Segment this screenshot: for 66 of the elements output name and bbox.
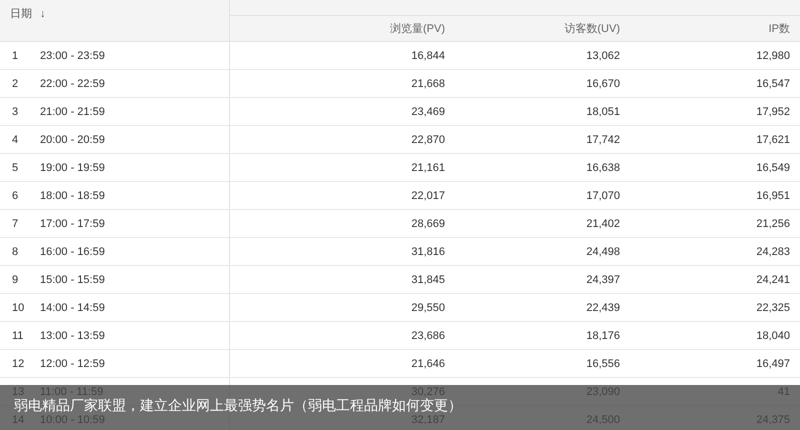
table-cell-text: 17,621	[755, 134, 790, 146]
row-number: 10	[12, 302, 26, 314]
table-cell-text: 23,469	[410, 106, 445, 118]
table-cell-text: 24,397	[585, 274, 620, 286]
table-cell-text: 16,497	[755, 358, 790, 370]
table-cell-text: 29,550	[410, 302, 445, 314]
table-cell-text: 23,686	[410, 330, 445, 342]
table-cell-text: 13,062	[585, 50, 620, 62]
time-range: 22:00 - 22:59	[40, 78, 105, 90]
row-number: 12	[12, 358, 26, 370]
table-cell-text: 16,951	[755, 190, 790, 202]
table-cell-text: 31,816	[410, 246, 445, 258]
table-cell-text: 21,668	[410, 78, 445, 90]
row-number: 2	[12, 78, 20, 90]
time-range: 20:00 - 20:59	[40, 134, 105, 146]
table-cell-text: 31,845	[410, 274, 445, 286]
table-cell-text: 22,870	[410, 134, 445, 146]
row-number: 3	[12, 106, 20, 118]
table-cell-text: 21,161	[410, 162, 445, 174]
table-cell-text: 22,017	[410, 190, 445, 202]
table-cell-text: 17,742	[585, 134, 620, 146]
time-range: 23:00 - 23:59	[40, 50, 105, 62]
table-cell-text: 21,402	[585, 218, 620, 230]
table-cell-text: 24,283	[755, 246, 790, 258]
table-cell-text: 16,547	[755, 78, 790, 90]
table-cell-text: 18,176	[585, 330, 620, 342]
time-range: 13:00 - 13:59	[40, 330, 105, 342]
table-cell-text: 24,241	[755, 274, 790, 286]
table-cell-text: 21,646	[410, 358, 445, 370]
row-number: 6	[12, 190, 20, 202]
table-cell-text: 22,439	[585, 302, 620, 314]
table-cell-text: 28,669	[410, 218, 445, 230]
table-cell-text: 18,040	[755, 330, 790, 342]
table-cell-text: 22,325	[755, 302, 790, 314]
time-range: 12:00 - 12:59	[40, 358, 105, 370]
row-number: 1	[12, 50, 20, 62]
table-cell-text: 18,051	[585, 106, 620, 118]
table-cell-text: 12,980	[755, 50, 790, 62]
column-header: IP数	[768, 22, 790, 36]
caption-text: 弱电精品厂家联盟，建立企业网上最强势名片（弱电工程品牌如何变更）	[14, 399, 462, 414]
row-number: 4	[12, 134, 20, 146]
time-range: 16:00 - 16:59	[40, 246, 105, 258]
sort-icon[interactable]: ↓	[40, 8, 46, 20]
time-range: 18:00 - 18:59	[40, 190, 105, 202]
column-header: 浏览量(PV)	[389, 22, 445, 36]
column-header: 访客数(UV)	[563, 22, 620, 36]
time-range: 21:00 - 21:59	[40, 106, 105, 118]
date-header[interactable]: 日期	[10, 6, 32, 21]
table-cell-text: 24,498	[585, 246, 620, 258]
table-cell-text: 16,549	[755, 162, 790, 174]
table-cell-text: 16,556	[585, 358, 620, 370]
table-cell-text: 16,844	[410, 50, 445, 62]
row-number: 9	[12, 274, 20, 286]
time-range: 19:00 - 19:59	[40, 162, 105, 174]
table-cell-text: 21,256	[755, 218, 790, 230]
row-number: 5	[12, 162, 20, 174]
time-range: 17:00 - 17:59	[40, 218, 105, 230]
row-number: 11	[12, 330, 24, 342]
table-cell-text: 16,638	[585, 162, 620, 174]
table-cell-text: 17,070	[585, 190, 620, 202]
table-cell-text: 16,670	[585, 78, 620, 90]
row-number: 7	[12, 218, 20, 230]
row-number: 8	[12, 246, 20, 258]
time-range: 14:00 - 14:59	[40, 302, 105, 314]
table-cell-text: 17,952	[755, 106, 790, 118]
time-range: 15:00 - 15:59	[40, 274, 105, 286]
